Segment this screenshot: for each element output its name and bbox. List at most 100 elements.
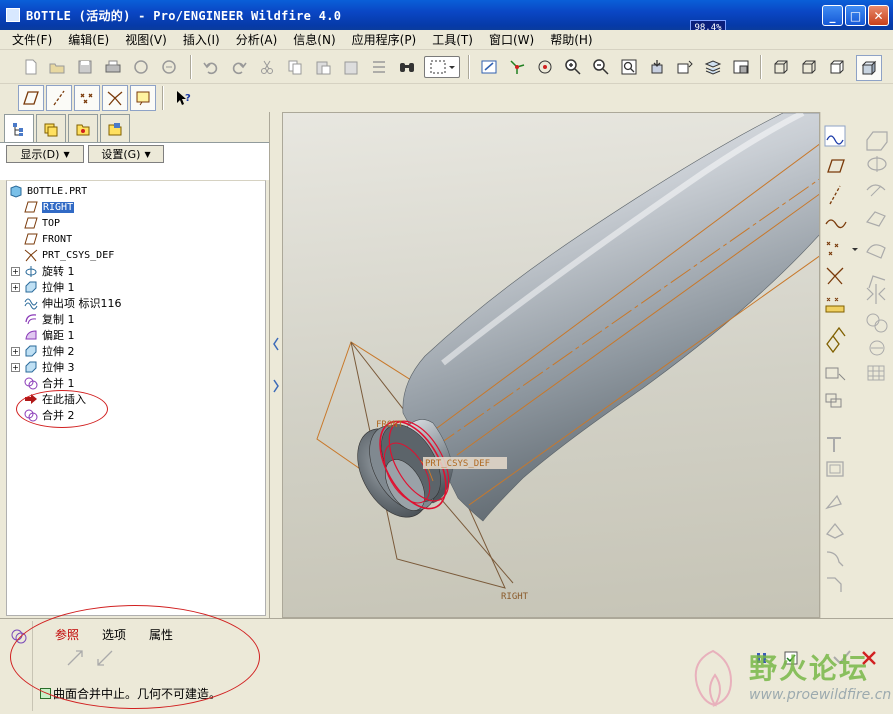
maximize-button[interactable]: □ <box>845 5 866 26</box>
pattern-tool-icon[interactable] <box>867 365 885 381</box>
tree-item[interactable]: FRONT <box>24 231 72 247</box>
boundary-blend-icon[interactable] <box>866 244 886 259</box>
tree-item[interactable]: 伸出项 标识116 <box>24 295 122 311</box>
paste-feature-icon[interactable] <box>825 393 842 408</box>
cut-icon[interactable] <box>256 56 278 78</box>
tree-item[interactable]: RIGHT <box>24 199 75 215</box>
tree-item[interactable]: 复制 1 <box>24 311 75 327</box>
send-link-icon[interactable] <box>158 56 180 78</box>
redo-icon[interactable] <box>228 56 250 78</box>
analysis-feature-icon[interactable] <box>825 297 845 313</box>
panel-splitter[interactable] <box>270 112 282 618</box>
menu-view[interactable]: 视图(V) <box>117 31 175 48</box>
hidden-line-icon[interactable] <box>798 56 820 78</box>
collapse-left-icon[interactable] <box>272 324 280 364</box>
refit-icon[interactable] <box>618 56 640 78</box>
chamfer-tool-icon[interactable] <box>827 577 842 592</box>
expand-toggle-icon[interactable]: + <box>11 266 20 276</box>
trim-tool-icon[interactable] <box>869 340 885 356</box>
shading-icon[interactable] <box>856 55 882 81</box>
send-mail-icon[interactable] <box>130 56 152 78</box>
datum-axis-tool-icon[interactable] <box>829 185 841 205</box>
sketch-tool-icon[interactable] <box>824 125 846 147</box>
menu-edit[interactable]: 编辑(E) <box>60 31 117 48</box>
show-dropdown[interactable]: 显示(D) ▼ <box>6 145 84 163</box>
reorient-icon[interactable] <box>646 56 668 78</box>
menu-tools[interactable]: 工具(T) <box>424 31 481 48</box>
saved-views-icon[interactable] <box>674 56 696 78</box>
copy-icon[interactable] <box>284 56 306 78</box>
draft-tool-icon[interactable] <box>825 522 845 539</box>
collapse-right-icon[interactable] <box>272 366 280 406</box>
settings-dropdown[interactable]: 设置(G) ▼ <box>88 145 164 163</box>
rib-tool-icon[interactable] <box>825 494 842 510</box>
save-icon[interactable] <box>74 56 96 78</box>
view-manager-icon[interactable] <box>730 56 752 78</box>
tree-item[interactable]: + 拉伸 2 <box>11 343 75 359</box>
orient-mode-icon[interactable] <box>534 56 556 78</box>
style-tool-icon[interactable] <box>868 275 886 289</box>
menu-analysis[interactable]: 分析(A) <box>228 31 286 48</box>
folder-tab[interactable] <box>100 114 130 142</box>
open-file-icon[interactable] <box>46 56 68 78</box>
blend-tool-icon[interactable] <box>865 211 886 227</box>
datum-label-right[interactable]: RIGHT <box>501 592 529 602</box>
sweep-tool-icon[interactable] <box>866 184 886 197</box>
tree-item[interactable]: BOTTLE.PRT <box>9 183 87 199</box>
shell-tool-icon[interactable] <box>826 461 844 477</box>
tree-item[interactable]: + 旋转 1 <box>11 263 75 279</box>
menu-insert[interactable]: 插入(I) <box>175 31 228 48</box>
zoom-out-icon[interactable] <box>590 56 612 78</box>
expand-toggle-icon[interactable]: + <box>11 346 20 356</box>
csys-toggle-icon[interactable] <box>102 85 128 111</box>
datum-point-tool-icon[interactable] <box>826 241 858 256</box>
menu-file[interactable]: 文件(F) <box>4 31 60 48</box>
hole-tool-icon[interactable] <box>827 437 841 452</box>
minimize-button[interactable]: _ <box>822 5 843 26</box>
extrude-tool-icon[interactable] <box>866 131 888 151</box>
favorites-tab[interactable] <box>68 114 98 142</box>
datum-label-csys[interactable]: PRT_CSYS_DEF <box>425 459 490 469</box>
zoom-in-icon[interactable] <box>562 56 584 78</box>
annotation-toggle-icon[interactable] <box>130 85 156 111</box>
menu-applications[interactable]: 应用程序(P) <box>344 31 425 48</box>
undo-icon[interactable] <box>200 56 222 78</box>
expand-toggle-icon[interactable]: + <box>11 282 20 292</box>
tree-item[interactable]: 合并 1 <box>24 375 75 391</box>
layers-icon[interactable] <box>702 56 724 78</box>
model-tree-tab[interactable] <box>4 114 34 142</box>
selection-box-dropdown[interactable] <box>424 56 460 78</box>
spin-center-icon[interactable] <box>506 56 528 78</box>
csys-tool-icon[interactable] <box>826 267 844 285</box>
datum-plane-tool-icon[interactable] <box>827 159 845 173</box>
menu-window[interactable]: 窗口(W) <box>481 31 542 48</box>
chain-tool-icon[interactable] <box>826 326 846 354</box>
tree-item[interactable]: + 拉伸 3 <box>11 359 75 375</box>
merge-tool-icon[interactable] <box>866 313 888 333</box>
repaint-icon[interactable] <box>478 56 500 78</box>
tree-item[interactable]: + 拉伸 1 <box>11 279 75 295</box>
expand-toggle-icon[interactable]: + <box>11 362 20 372</box>
tree-item[interactable]: PRT_CSYS_DEF <box>24 247 114 263</box>
tree-item[interactable]: TOP <box>24 215 60 231</box>
layers-tab[interactable] <box>36 114 66 142</box>
datum-curve-tool-icon[interactable] <box>825 219 847 229</box>
paste-icon[interactable] <box>312 56 334 78</box>
no-hidden-icon[interactable] <box>826 56 848 78</box>
datum-point-toggle-icon[interactable] <box>74 85 100 111</box>
wireframe-icon[interactable] <box>770 56 792 78</box>
round-tool-icon[interactable] <box>826 551 844 567</box>
close-button[interactable]: ✕ <box>868 5 889 26</box>
datum-axis-toggle-icon[interactable] <box>46 85 72 111</box>
paste-special-icon[interactable] <box>340 56 362 78</box>
print-icon[interactable] <box>102 56 124 78</box>
new-file-icon[interactable] <box>20 56 42 78</box>
datum-plane-toggle-icon[interactable] <box>18 85 44 111</box>
datum-label-front[interactable]: FRONT <box>376 420 404 430</box>
revolve-tool-icon[interactable] <box>867 156 887 172</box>
tree-item[interactable]: 偏距 1 <box>24 327 75 343</box>
regenerate-icon[interactable] <box>368 56 390 78</box>
context-help-icon[interactable]: ? <box>172 87 194 109</box>
copy-feature-icon[interactable] <box>825 367 846 381</box>
graphics-window[interactable]: FRONT PRT_CSYS_DEF RIGHT <box>282 112 820 618</box>
